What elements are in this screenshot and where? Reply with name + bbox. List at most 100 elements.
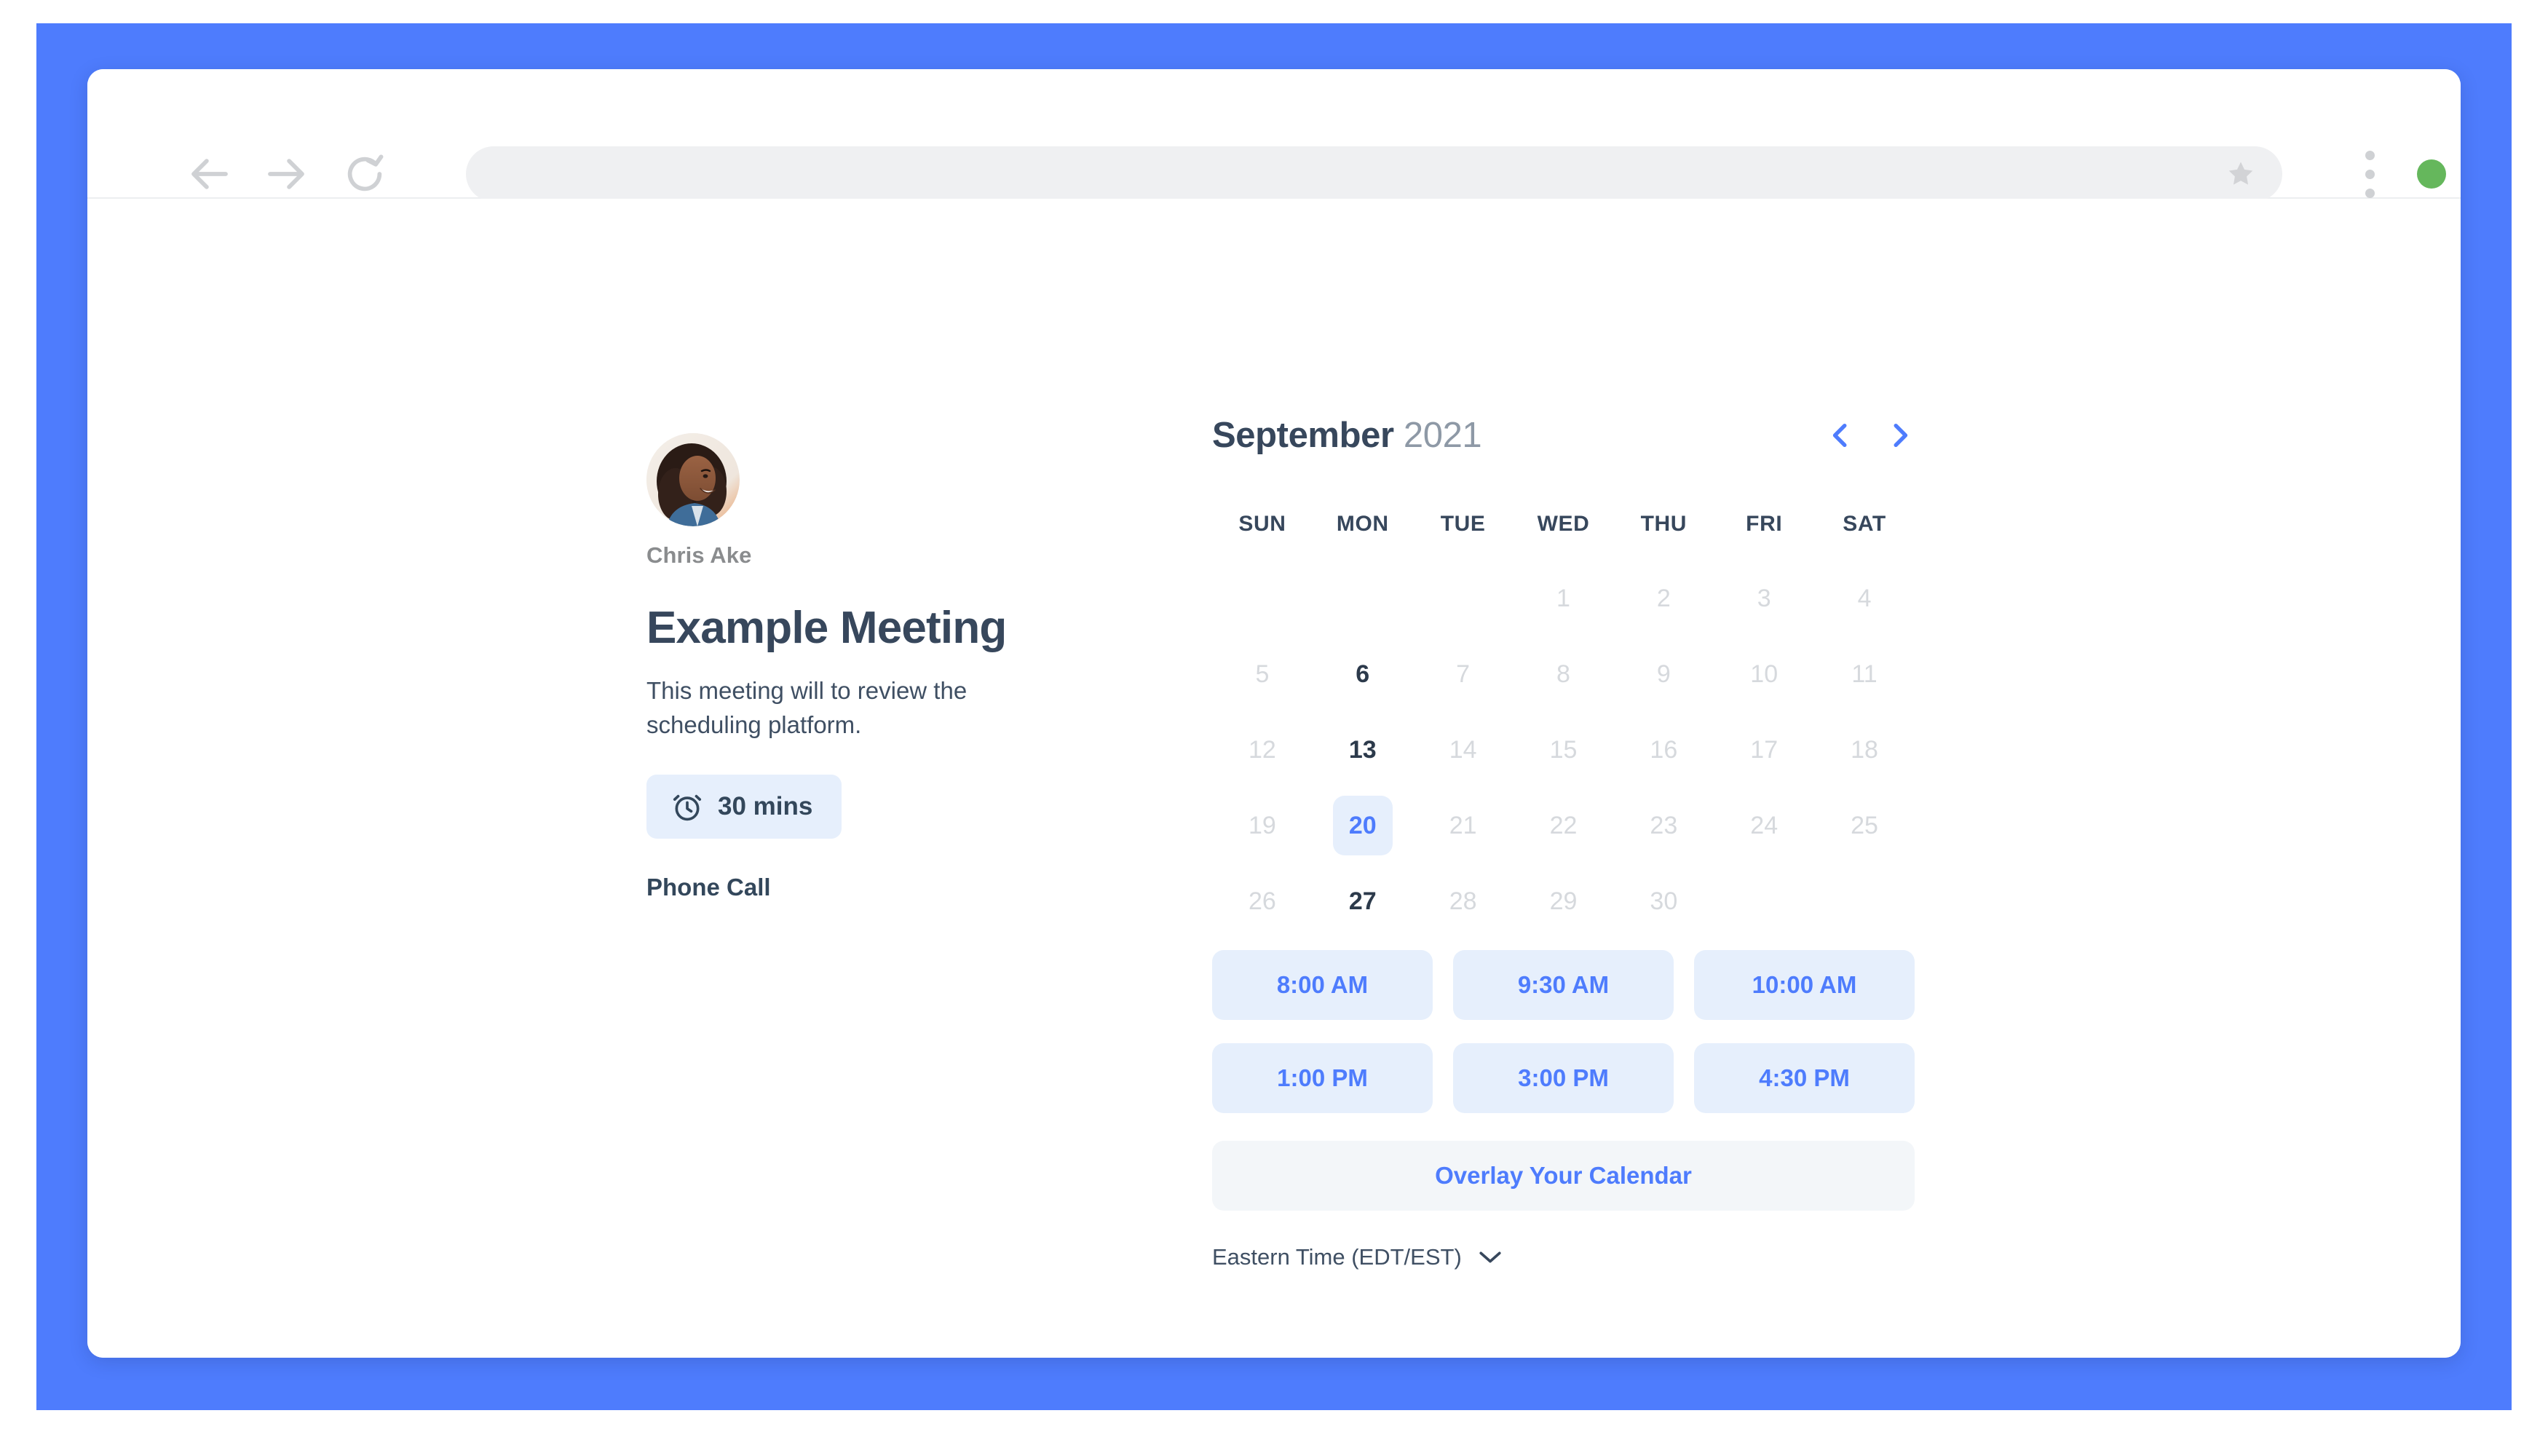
calendar-day-label: 29 [1549, 887, 1578, 915]
calendar-day-label: 25 [1851, 811, 1878, 839]
url-input[interactable] [466, 146, 2282, 202]
avatar [646, 433, 740, 526]
calendar-day-11: 11 [1814, 644, 1915, 704]
calendar-day-23: 23 [1613, 796, 1714, 855]
calendar-day-2: 2 [1613, 569, 1714, 628]
calendar-day-blank [1313, 569, 1413, 628]
menu-dot [2365, 150, 2375, 160]
calendar-day-label: 14 [1449, 735, 1477, 764]
calendar-weekday: WED [1537, 512, 1590, 536]
calendar-day-label: 5 [1255, 660, 1270, 688]
chevron-right-icon[interactable] [1886, 418, 1915, 453]
calendar-day-label: 1 [1556, 584, 1570, 612]
calendar-day-label: 8 [1556, 660, 1570, 688]
calendar-header: September 2021 [1212, 410, 1915, 461]
calendar-day-label: 15 [1549, 735, 1578, 764]
arrow-left-icon[interactable] [186, 150, 234, 198]
star-icon[interactable] [2225, 159, 2256, 189]
duration-label: 30 mins [718, 791, 813, 820]
calendar-day-29: 29 [1514, 871, 1614, 931]
alarm-clock-icon [671, 791, 703, 823]
calendar-day-25: 25 [1814, 796, 1915, 855]
calendar-day-label: 3 [1757, 584, 1771, 612]
calendar-day-label: 6 [1356, 660, 1370, 688]
calendar-day-label: 10 [1750, 660, 1779, 688]
calendar-month: September [1212, 416, 1394, 455]
chevron-down-icon [1478, 1250, 1503, 1265]
calendar-day-label: 28 [1449, 887, 1477, 915]
calendar-weekday: THU [1640, 512, 1688, 536]
calendar-day-label: 21 [1449, 811, 1477, 839]
calendar-panel: September 2021 SUN MON TUE WED THU FRI S… [1212, 410, 1915, 1270]
timeslot-button[interactable]: 4:30 PM [1694, 1043, 1915, 1113]
calendar-day-18: 18 [1814, 720, 1915, 780]
calendar-day-7: 7 [1413, 644, 1514, 704]
timezone-label: Eastern Time (EDT/EST) [1212, 1244, 1462, 1270]
timeslot-button[interactable]: 10:00 AM [1694, 950, 1915, 1020]
calendar-day-26: 26 [1212, 871, 1313, 931]
chevron-left-icon[interactable] [1826, 418, 1855, 453]
duration-badge: 30 mins [646, 774, 842, 839]
calendar-year: 2021 [1403, 416, 1482, 455]
calendar-day-label: 16 [1650, 735, 1678, 764]
three-dots-vertical-icon[interactable] [2357, 145, 2382, 203]
calendar-day-1: 1 [1514, 569, 1614, 628]
calendar-weekday-row: SUN MON TUE WED THU FRI SAT [1212, 512, 1915, 537]
calendar-day-label: 22 [1549, 811, 1578, 839]
calendar-day-blank [1413, 569, 1514, 628]
browser-toolbar [87, 69, 2461, 202]
menu-dot [2365, 169, 2375, 179]
calendar-day-19: 19 [1212, 796, 1313, 855]
reload-icon[interactable] [341, 150, 389, 198]
timezone-selector[interactable]: Eastern Time (EDT/EST) [1212, 1244, 1503, 1270]
calendar-day-label: 30 [1650, 887, 1678, 915]
calendar-day-label: 13 [1348, 735, 1377, 764]
host-name: Chris Ake [646, 542, 752, 568]
overlay-calendar-button[interactable]: Overlay Your Calendar [1212, 1141, 1915, 1211]
calendar-month-year: September 2021 [1212, 415, 1482, 456]
window-button-maximize[interactable] [2417, 159, 2446, 189]
calendar-day-8: 8 [1514, 644, 1614, 704]
meeting-details-panel: Chris Ake Example Meeting This meeting w… [646, 433, 1098, 901]
timeslot-button[interactable]: 1:00 PM [1212, 1043, 1433, 1113]
timeslot-button[interactable]: 9:30 AM [1453, 950, 1674, 1020]
calendar-day-label: 4 [1857, 584, 1872, 612]
calendar-day-9: 9 [1613, 644, 1714, 704]
arrow-right-icon[interactable] [262, 150, 310, 198]
calendar-day-label: 11 [1851, 660, 1878, 688]
calendar-day-label: 17 [1750, 735, 1779, 764]
browser-window: Chris Ake Example Meeting This meeting w… [87, 69, 2461, 1358]
scheduling-page: Chris Ake Example Meeting This meeting w… [87, 199, 2461, 1358]
calendar-day-6[interactable]: 6 [1313, 644, 1413, 704]
calendar-day-5: 5 [1212, 644, 1313, 704]
calendar-weekday: SUN [1238, 512, 1286, 536]
calendar-day-label: 7 [1456, 660, 1471, 688]
calendar-day-label: 9 [1656, 660, 1671, 688]
timeslot-list: 8:00 AM 9:30 AM 10:00 AM 1:00 PM 3:00 PM 4:30… [1212, 950, 1915, 1113]
calendar-day-22: 22 [1514, 796, 1614, 855]
calendar-day-13[interactable]: 13 [1313, 720, 1413, 780]
timeslot-button[interactable]: 8:00 AM [1212, 950, 1433, 1020]
calendar-day-20[interactable]: 20 [1313, 796, 1413, 855]
calendar-day-17: 17 [1714, 720, 1814, 780]
calendar-day-10: 10 [1714, 644, 1814, 704]
calendar-day-4: 4 [1814, 569, 1915, 628]
calendar-weekday: FRI [1746, 512, 1783, 536]
calendar-day-27[interactable]: 27 [1313, 871, 1413, 931]
meeting-location: Phone Call [646, 873, 771, 901]
calendar-day-label: 24 [1750, 811, 1779, 839]
calendar-day-label: 23 [1650, 811, 1678, 839]
timeslot-button[interactable]: 3:00 PM [1453, 1043, 1674, 1113]
calendar-day-30: 30 [1613, 871, 1714, 931]
meeting-description: This meeting will to review the scheduli… [646, 677, 968, 738]
calendar-day-28: 28 [1413, 871, 1514, 931]
calendar-day-label: 18 [1851, 735, 1878, 764]
calendar-weekday: MON [1336, 512, 1389, 536]
calendar-day-label: 19 [1249, 811, 1276, 839]
page-title: Example Meeting [646, 603, 1007, 653]
calendar-day-12: 12 [1212, 720, 1313, 780]
calendar-day-label: 12 [1249, 735, 1276, 764]
calendar-days-grid: 1 2 3 4 5 6 7 8 9 10 11 12 13 14 15 16 17 18 19 20 21 22 23 24 2… [1212, 569, 1915, 931]
calendar-day-14: 14 [1413, 720, 1514, 780]
calendar-day-24: 24 [1714, 796, 1814, 855]
